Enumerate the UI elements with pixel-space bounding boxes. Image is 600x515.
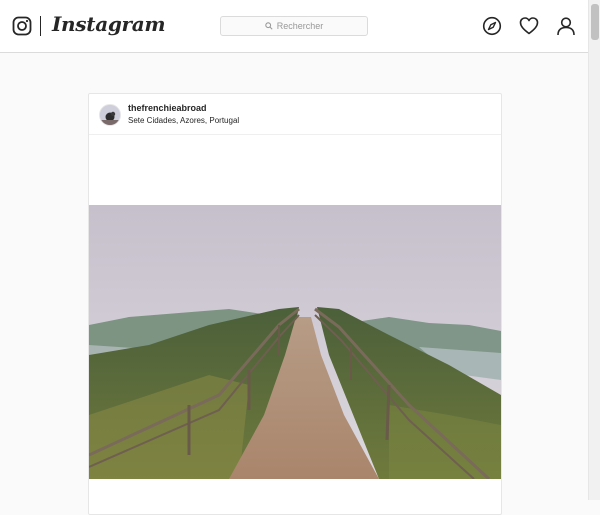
- search-placeholder: Rechercher: [276, 21, 324, 31]
- instagram-logo[interactable]: Instagram: [52, 12, 166, 36]
- search-input[interactable]: Rechercher: [220, 16, 368, 36]
- post-location[interactable]: Sete Cidades, Azores, Portugal: [128, 116, 239, 125]
- page-scrollbar[interactable]: [588, 0, 600, 500]
- post-header: thefrenchieabroad Sete Cidades, Azores, …: [89, 94, 501, 135]
- heart-icon[interactable]: [519, 16, 539, 36]
- search-icon: [265, 22, 273, 30]
- profile-icon[interactable]: [556, 16, 576, 36]
- avatar-image: [100, 105, 120, 125]
- post-image-padding: [89, 135, 501, 205]
- compass-icon[interactable]: [482, 16, 502, 36]
- post-image[interactable]: [89, 205, 501, 479]
- avatar[interactable]: [99, 104, 121, 126]
- post-card: thefrenchieabroad Sete Cidades, Azores, …: [88, 93, 502, 515]
- scrollbar-thumb[interactable]: [591, 4, 599, 40]
- logo-divider: [40, 16, 41, 36]
- top-navigation-bar: Instagram Rechercher: [0, 0, 588, 53]
- post-username[interactable]: thefrenchieabroad: [128, 103, 207, 113]
- instagram-camera-icon[interactable]: [12, 16, 32, 36]
